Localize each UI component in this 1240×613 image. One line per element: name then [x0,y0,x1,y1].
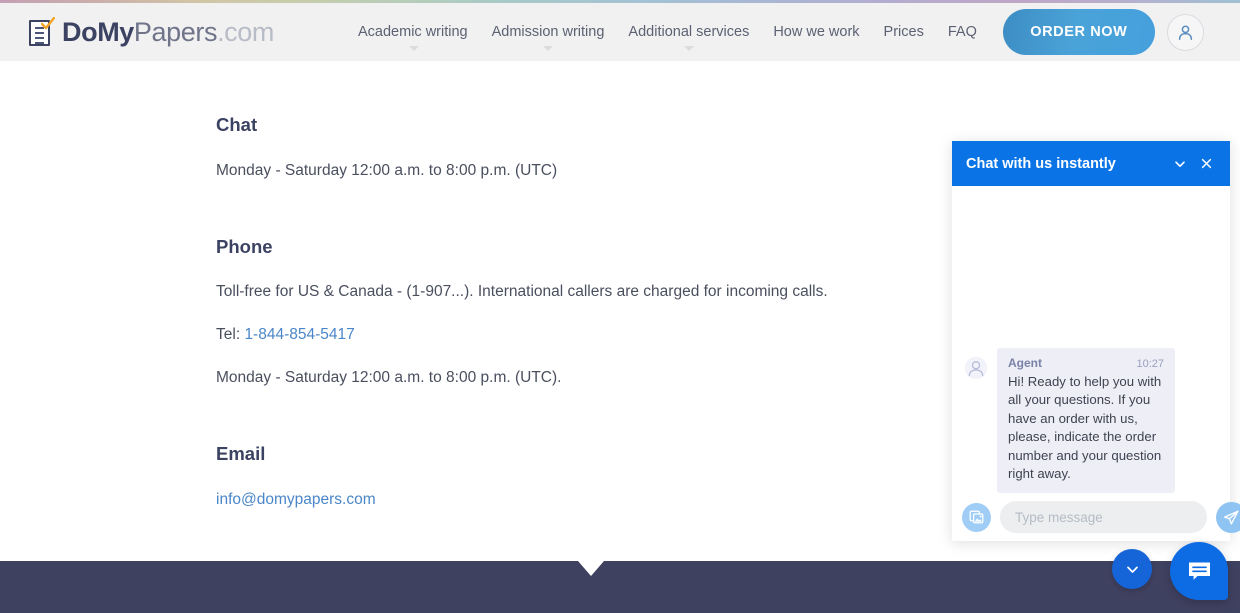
chevron-down-icon [1175,160,1185,167]
chat-bubble-icon [1188,562,1210,580]
chat-message-input[interactable] [1000,501,1207,533]
account-button[interactable] [1166,13,1204,51]
nav-label: Prices [883,24,924,40]
nav-item-faq[interactable]: FAQ [936,3,989,61]
nav-label: How we work [773,24,860,40]
chat-input-bar [952,493,1240,541]
open-chat-fab[interactable] [1170,542,1228,600]
footer-notch-triangle [578,561,604,576]
orange-check-icon [41,16,55,29]
chat-message-sender: Agent [1008,356,1042,370]
chevron-down-icon [408,46,419,51]
tel-label: Tel: [216,326,245,343]
logo-text-do: Do [62,16,98,47]
phone-tollfree-text: Toll-free for US & Canada - (1-907...). … [216,283,828,300]
nav-label: FAQ [947,24,977,40]
main-navigation: Academic writing Admission writing Addit… [348,3,1204,61]
order-now-button[interactable]: ORDER NOW [1002,9,1155,55]
minimize-chat-fab[interactable] [1112,549,1152,589]
send-message-button[interactable] [1216,501,1240,533]
chat-message-list[interactable]: Agent 10:27 Hi! Ready to help you with a… [952,186,1230,494]
attach-image-button[interactable] [962,502,991,532]
close-icon [1201,158,1211,169]
phone-hours-text: Monday - Saturday 12:00 a.m. to 8:00 p.m… [216,369,562,386]
chevron-down-icon [543,46,553,51]
nav-item-academic-writing[interactable]: Academic writing [348,3,480,61]
chat-message-meta: Agent 10:27 [1008,356,1164,370]
page-root: DoMyPapers.com Academic writing Admissio… [0,0,1240,613]
agent-avatar-icon [964,356,988,380]
phone-number-link[interactable]: 1-844-854-5417 [244,326,354,343]
section-heading-chat: Chat [216,114,258,135]
nav-item-prices[interactable]: Prices [872,3,936,61]
send-paper-plane-icon [1223,510,1239,524]
nav-item-additional-services[interactable]: Additional services [616,3,761,61]
section-heading-email: Email [216,443,266,464]
nav-label: Academic writing [358,24,468,40]
image-attachment-icon [969,510,983,524]
chat-message-text: Hi! Ready to help you with all your ques… [1008,374,1162,482]
nav-item-how-we-work[interactable]: How we work [761,3,871,61]
section-heading-phone: Phone [216,236,273,257]
nav-label: Additional services [628,24,750,40]
chat-message-bubble: Agent 10:27 Hi! Ready to help you with a… [997,348,1175,494]
site-header: DoMyPapers.com Academic writing Admissio… [0,3,1240,61]
site-footer [0,561,1240,613]
chat-minimize-button[interactable] [1169,153,1191,175]
logo-text-papers: Papers [133,16,218,47]
logo-text-my: My [97,16,134,47]
chat-message-item: Agent 10:27 Hi! Ready to help you with a… [964,348,1175,494]
phone-tel-line: Tel: 1-844-854-5417 [216,326,355,344]
user-icon [1178,25,1193,40]
nav-label: Admission writing [491,24,605,40]
chevron-down-icon [1126,566,1138,573]
chat-widget-title: Chat with us instantly [966,155,1116,172]
chat-close-button[interactable] [1195,153,1217,175]
site-logo[interactable]: DoMyPapers.com [29,12,274,52]
chevron-down-icon [683,46,694,51]
logo-text-com: .com [217,16,274,47]
document-checkmark-icon [29,16,55,47]
chat-message-time: 10:27 [1136,358,1164,370]
logo-text: DoMyPapers.com [62,16,274,47]
chat-widget-header: Chat with us instantly [952,141,1230,186]
email-link[interactable]: info@domypapers.com [216,491,376,509]
nav-item-admission-writing[interactable]: Admission writing [480,3,617,61]
chat-hours-text: Monday - Saturday 12:00 a.m. to 8:00 p.m… [216,162,558,179]
chat-widget: Chat with us instantly Agent 10:27 Hi! R… [952,141,1240,541]
